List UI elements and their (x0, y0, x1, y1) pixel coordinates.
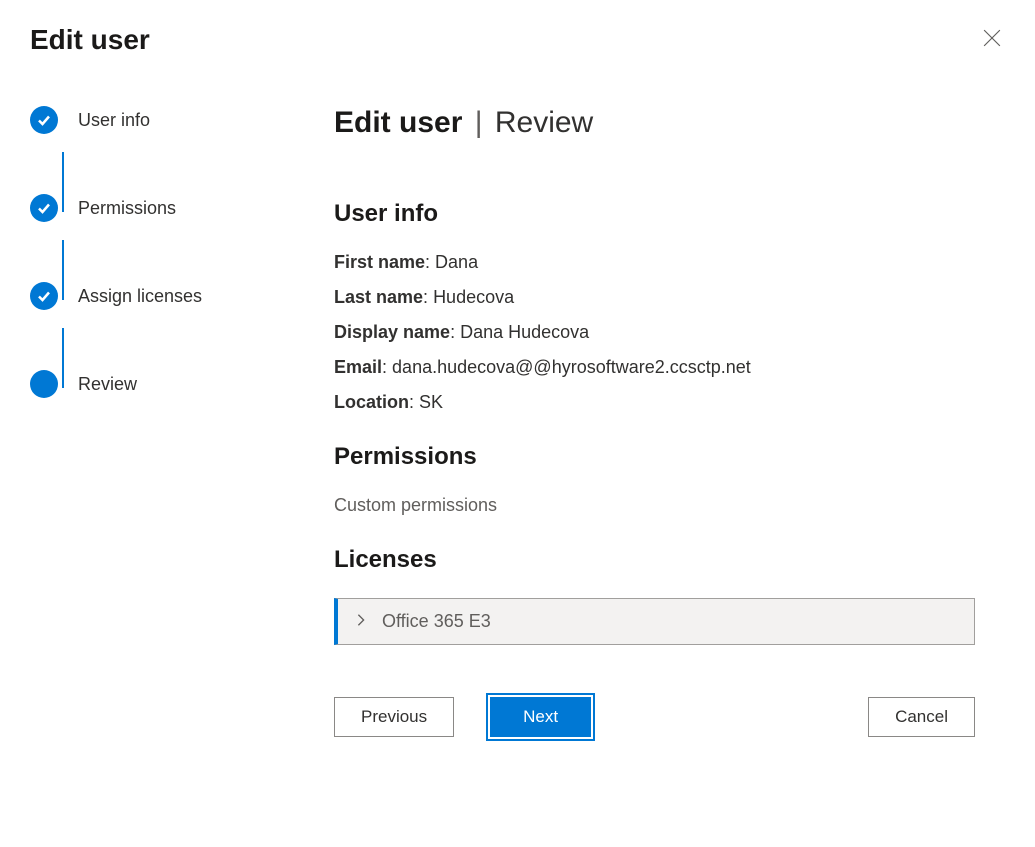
page-title-separator: | (475, 106, 483, 139)
field-label: Email (334, 357, 382, 377)
field-last-name: Last name: Hudecova (334, 287, 975, 308)
section-heading-user-info: User info (334, 200, 975, 228)
license-name: Office 365 E3 (382, 611, 491, 632)
panel-title: Edit user (30, 24, 150, 56)
step-permissions[interactable]: Permissions (30, 194, 310, 222)
field-label: Display name (334, 322, 450, 342)
panel-header: Edit user (0, 0, 1035, 56)
step-label: Permissions (78, 198, 176, 219)
step-label: Review (78, 374, 137, 395)
step-label: User info (78, 110, 150, 131)
field-label: Last name (334, 287, 423, 307)
field-email: Email: dana.hudecova@@hyrosoftware2.ccsc… (334, 357, 975, 378)
step-user-info[interactable]: User info (30, 106, 310, 134)
field-label: First name (334, 252, 425, 272)
next-button[interactable]: Next (490, 697, 591, 737)
step-review[interactable]: Review (30, 370, 310, 398)
chevron-right-icon (354, 611, 382, 632)
close-icon (983, 30, 1001, 52)
step-assign-licenses[interactable]: Assign licenses (30, 282, 310, 310)
license-item[interactable]: Office 365 E3 (334, 598, 975, 645)
step-completed-icon (30, 106, 58, 134)
permissions-value: Custom permissions (334, 495, 975, 516)
step-completed-icon (30, 194, 58, 222)
field-value: SK (419, 392, 443, 412)
close-button[interactable] (979, 25, 1005, 55)
previous-button[interactable]: Previous (334, 697, 454, 737)
field-location: Location: SK (334, 392, 975, 413)
wizard-stepper: User info Permissions Assign licenses (30, 106, 310, 737)
field-value: Dana Hudecova (460, 322, 589, 342)
step-label: Assign licenses (78, 286, 202, 307)
page-title-secondary: Review (495, 106, 593, 139)
page-title-primary: Edit user (334, 106, 462, 139)
step-current-icon (30, 370, 58, 398)
field-first-name: First name: Dana (334, 252, 975, 273)
step-completed-icon (30, 282, 58, 310)
main-content: Edit user | Review User info First name:… (310, 106, 1005, 737)
page-title: Edit user | Review (334, 106, 975, 140)
step-connector (62, 328, 64, 388)
field-value: Dana (435, 252, 478, 272)
step-connector (62, 152, 64, 212)
step-connector (62, 240, 64, 300)
cancel-button[interactable]: Cancel (868, 697, 975, 737)
section-heading-permissions: Permissions (334, 443, 975, 471)
field-display-name: Display name: Dana Hudecova (334, 322, 975, 343)
field-label: Location (334, 392, 409, 412)
wizard-buttons: Previous Next Cancel (334, 697, 975, 737)
field-value: Hudecova (433, 287, 514, 307)
field-value: dana.hudecova@@hyrosoftware2.ccsctp.net (392, 357, 751, 377)
section-heading-licenses: Licenses (334, 546, 975, 574)
